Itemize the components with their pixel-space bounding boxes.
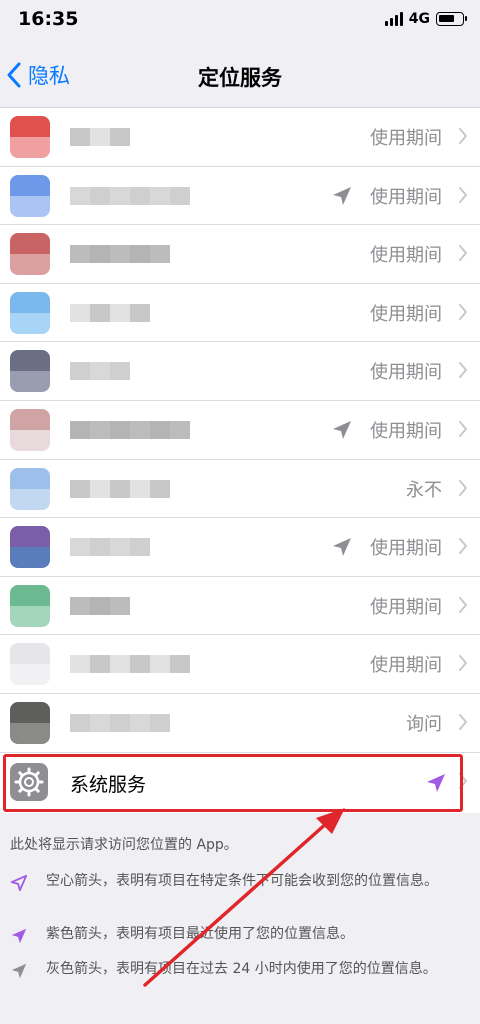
permission-value: 使用期间 [370, 538, 442, 560]
purple-arrow-icon [11, 928, 27, 944]
app-icon [10, 233, 50, 276]
legend-purple-text: 紫色箭头，表明有项目最近使用了您的位置信息。 [46, 926, 354, 942]
app-name-pixelated [70, 186, 190, 205]
app-icon [10, 701, 50, 744]
footer-note: 此处将显示请求访问您位置的 App。 [10, 837, 238, 853]
gray-location-arrow-icon [333, 420, 351, 439]
app-icon [10, 526, 50, 569]
highlight-box [3, 754, 463, 812]
app-row[interactable]: 使用期间 [0, 284, 480, 343]
app-name-pixelated [70, 596, 130, 615]
status-bar: 16:35 4G [0, 0, 480, 44]
app-icon [10, 643, 50, 686]
app-row[interactable]: 使用期间 [0, 225, 480, 284]
app-name-pixelated [70, 128, 130, 146]
status-indicators: 4G [384, 11, 467, 27]
permission-value: 使用期间 [370, 128, 442, 149]
battery-icon [436, 12, 467, 26]
app-name-pixelated [70, 303, 150, 322]
app-row[interactable]: 询问 [0, 694, 480, 753]
app-row[interactable]: 使用期间 [0, 342, 480, 401]
app-name-pixelated [70, 362, 130, 381]
app-icon [10, 467, 50, 510]
chevron-right-icon [459, 538, 467, 555]
page-title: 定位服务 [198, 66, 282, 90]
app-name-pixelated [70, 245, 170, 264]
permission-value: 使用期间 [370, 362, 442, 384]
permission-value: 永不 [406, 479, 442, 501]
chevron-right-icon [459, 128, 467, 144]
gray-location-arrow-icon [333, 186, 351, 205]
app-row[interactable]: 使用期间 [0, 577, 480, 636]
legend-hollow-text: 空心箭头，表明有项目在特定条件下可能会收到您的位置信息。 [46, 873, 438, 889]
chevron-right-icon [459, 655, 467, 672]
navigation-bar: 隐私 定位服务 [0, 44, 480, 108]
permission-value: 询问 [406, 713, 442, 735]
app-name-pixelated [70, 420, 190, 439]
location-app-list: 使用期间 使用期间 使用期间 使用期间 使用期间 使用期间 永不 使用期间 使用期间 使用期间 询问… [0, 108, 480, 813]
chevron-right-icon [459, 362, 467, 379]
gray-location-arrow-icon [333, 538, 351, 557]
app-icon [10, 116, 50, 158]
permission-value: 使用期间 [370, 303, 442, 325]
app-row[interactable]: 使用期间 [0, 167, 480, 226]
status-time: 16:35 [18, 8, 79, 30]
app-icon [10, 408, 50, 451]
app-row[interactable]: 使用期间 [0, 401, 480, 460]
app-icon [10, 174, 50, 217]
app-icon [10, 291, 50, 334]
chevron-right-icon [459, 420, 467, 437]
app-row[interactable]: 使用期间 [0, 518, 480, 577]
app-row[interactable]: 使用期间 [0, 635, 480, 694]
chevron-right-icon [459, 186, 467, 203]
legend-purple: 紫色箭头，表明有项目最近使用了您的位置信息。 [10, 925, 460, 945]
signal-icon [384, 12, 403, 26]
chevron-right-icon [459, 479, 467, 496]
permission-value: 使用期间 [370, 655, 442, 677]
permission-value: 使用期间 [370, 245, 442, 267]
gray-arrow-icon [11, 963, 27, 979]
chevron-right-icon [459, 713, 467, 730]
chevron-right-icon [459, 596, 467, 613]
app-row[interactable]: 使用期间 [0, 108, 480, 167]
hollow-arrow-icon [10, 874, 28, 892]
battery-level [439, 15, 454, 22]
legend-gray: 灰色箭头，表明有项目在过去 24 小时内使用了您的位置信息。 [10, 960, 460, 980]
permission-value: 使用期间 [370, 186, 442, 208]
legend-gray-text: 灰色箭头，表明有项目在过去 24 小时内使用了您的位置信息。 [46, 961, 437, 977]
app-row[interactable]: 永不 [0, 460, 480, 519]
network-label: 4G [408, 11, 430, 27]
permission-value: 使用期间 [370, 596, 442, 618]
app-name-pixelated [70, 655, 190, 674]
app-name-pixelated [70, 713, 170, 732]
legend-hollow: 空心箭头，表明有项目在特定条件下可能会收到您的位置信息。 [10, 872, 460, 892]
app-icon [10, 350, 50, 393]
chevron-right-icon [459, 303, 467, 320]
permission-value: 使用期间 [370, 420, 442, 442]
app-name-pixelated [70, 538, 150, 557]
app-icon [10, 584, 50, 627]
app-name-pixelated [70, 479, 170, 498]
chevron-right-icon [459, 245, 467, 262]
